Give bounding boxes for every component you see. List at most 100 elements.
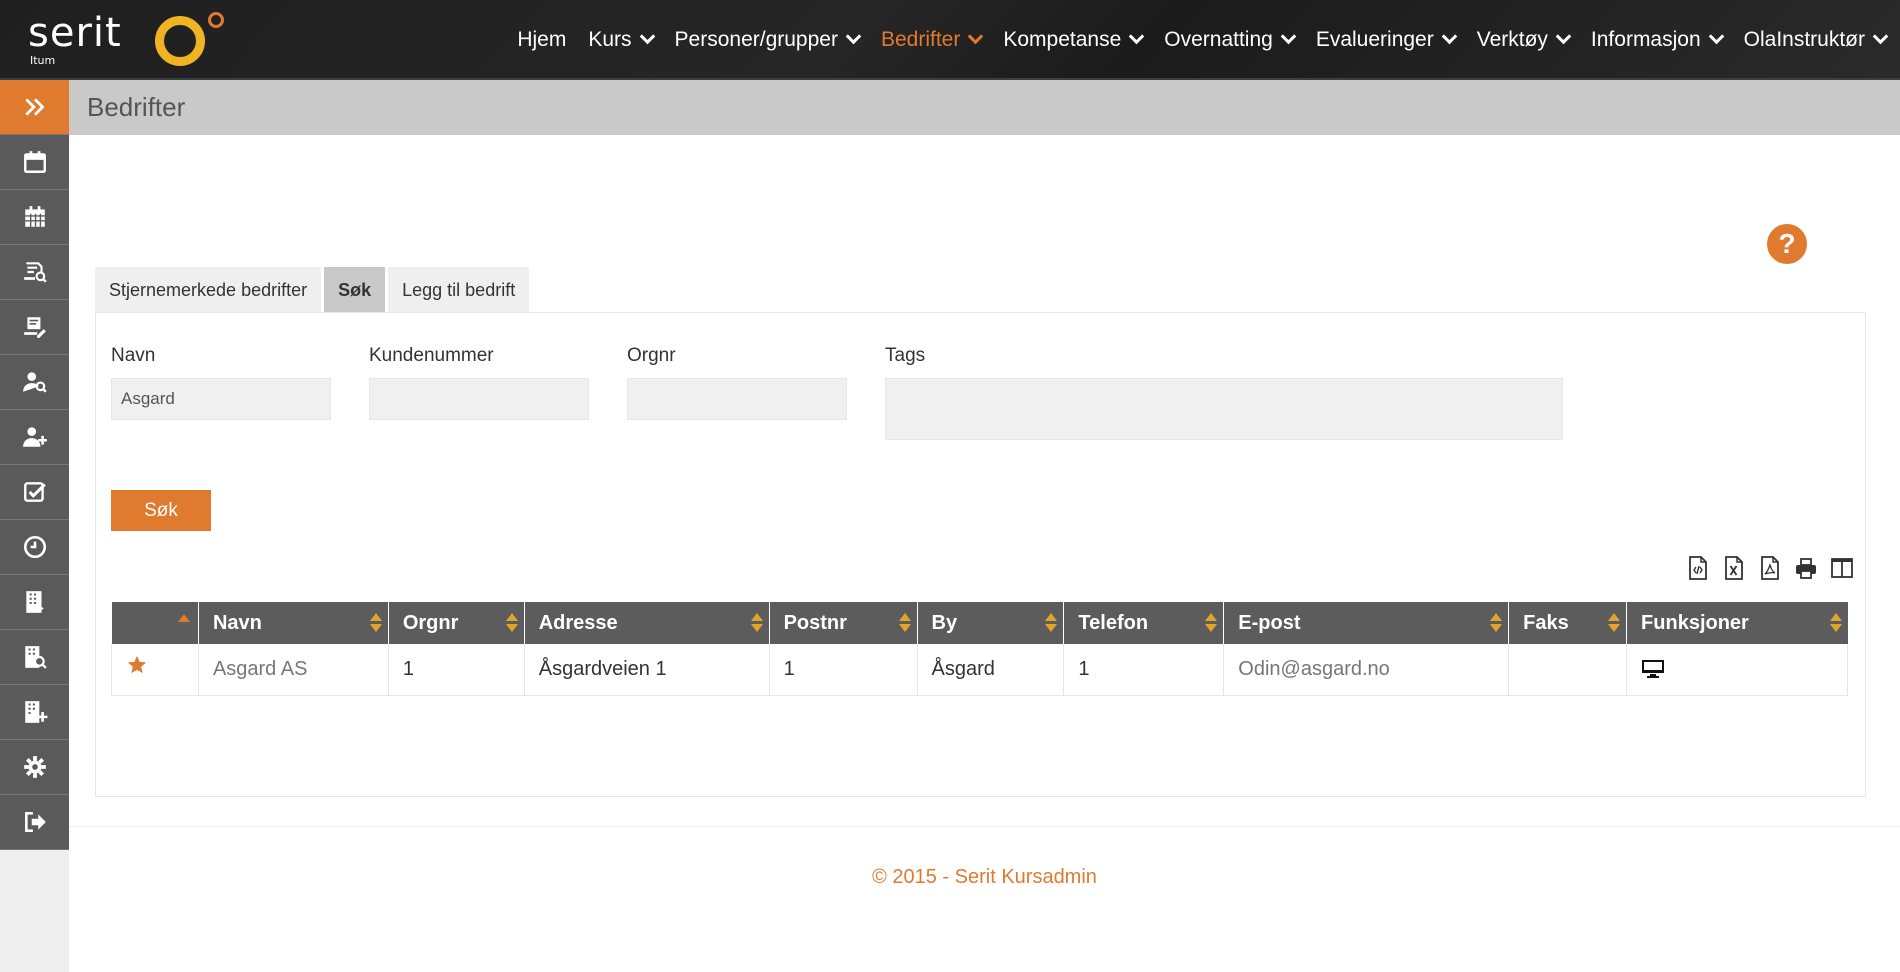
- column-header-star[interactable]: [111, 602, 199, 644]
- nav-evalueringer[interactable]: Evalueringer: [1315, 28, 1458, 52]
- sidebar-item-calendar[interactable]: [0, 135, 69, 190]
- sidebar: [0, 80, 69, 972]
- export-toolbar: [1687, 556, 1853, 580]
- nav-bedrifter[interactable]: Bedrifter: [880, 28, 984, 52]
- column-header-label: By: [931, 611, 958, 634]
- checklist-icon: [23, 482, 46, 502]
- star-cell: [111, 644, 199, 696]
- column-header-label: Postnr: [783, 611, 847, 634]
- nav-user-label: OlaInstruktør: [1743, 28, 1865, 51]
- cell-by: Åsgard: [917, 644, 1065, 696]
- columns-icon: [1831, 558, 1853, 578]
- logo-text: serit: [28, 10, 122, 56]
- column-header-label: Telefon: [1078, 611, 1149, 634]
- tags-input[interactable]: [885, 378, 1563, 440]
- column-header-label: E-post: [1238, 611, 1301, 634]
- name-input[interactable]: [111, 378, 331, 420]
- sidebar-item-calendar-grid[interactable]: [0, 190, 69, 245]
- table-row: Asgard AS 1 Åsgardveien 1 1 Åsgard 1 Odi…: [111, 644, 1848, 696]
- cell-faks: [1508, 644, 1628, 696]
- clock-icon: [23, 535, 46, 559]
- monitor-icon[interactable]: [1641, 659, 1833, 679]
- nav-kurs[interactable]: Kurs: [588, 28, 655, 52]
- export-excel-button[interactable]: [1723, 556, 1745, 580]
- sidebar-item-checklist[interactable]: [0, 465, 69, 520]
- tab-search[interactable]: Søk: [324, 267, 386, 313]
- chevron-down-icon: [1280, 28, 1297, 45]
- nav-user-menu[interactable]: OlaInstruktør: [1743, 28, 1889, 52]
- page-title: Bedrifter: [87, 92, 186, 122]
- nav-bedrifter-label: Bedrifter: [880, 28, 961, 51]
- tab-add-company[interactable]: Legg til bedrift: [388, 267, 530, 313]
- sidebar-item-course-edit[interactable]: [0, 300, 69, 355]
- column-header-label: Funksjoner: [1641, 611, 1749, 634]
- company-icon: [25, 591, 44, 613]
- chevron-down-icon: [845, 28, 862, 45]
- export-pdf-button[interactable]: [1759, 556, 1781, 580]
- gear-icon: [23, 756, 46, 778]
- print-button[interactable]: [1795, 556, 1817, 580]
- sidebar-item-history[interactable]: [0, 520, 69, 575]
- column-header-label: Faks: [1523, 611, 1569, 634]
- customer-number-input[interactable]: [369, 378, 589, 420]
- nav-personer-grupper-label: Personer/grupper: [674, 28, 838, 51]
- export-csv-button[interactable]: [1687, 556, 1709, 580]
- serit-logo[interactable]: serit Itum: [28, 10, 238, 70]
- column-visibility-button[interactable]: [1831, 556, 1853, 580]
- column-header-navn[interactable]: Navn: [198, 602, 389, 644]
- help-icon[interactable]: ?: [1767, 224, 1807, 264]
- cell-orgnr: 1: [388, 644, 525, 696]
- column-header-epost[interactable]: E-post: [1223, 602, 1510, 644]
- add-user-icon: [22, 427, 47, 447]
- sort-ascending-icon: [177, 614, 190, 622]
- footer-divider: [69, 826, 1900, 827]
- logo-ring-icon: [155, 16, 205, 66]
- nav-personer-grupper[interactable]: Personer/grupper: [674, 28, 862, 52]
- column-header-funksjoner[interactable]: Funksjoner: [1626, 602, 1848, 644]
- nav-evalueringer-label: Evalueringer: [1315, 28, 1434, 51]
- nav-verktoy-label: Verktøy: [1476, 28, 1548, 51]
- orgnr-input[interactable]: [627, 378, 847, 420]
- column-header-by[interactable]: By: [917, 602, 1065, 644]
- sidebar-item-user-search[interactable]: [0, 355, 69, 410]
- sidebar-item-add-user[interactable]: [0, 410, 69, 465]
- orgnr-label: Orgnr: [627, 345, 676, 366]
- chevron-down-icon: [1128, 28, 1145, 45]
- nav-verktoy[interactable]: Verktøy: [1476, 28, 1572, 52]
- calendar-icon: [23, 151, 46, 173]
- sidebar-item-add-company[interactable]: [0, 685, 69, 740]
- search-button[interactable]: Søk: [111, 490, 211, 531]
- pdf-file-icon: [1761, 556, 1779, 580]
- chevron-down-icon: [1872, 28, 1889, 45]
- nav-informasjon[interactable]: Informasjon: [1591, 28, 1724, 52]
- sidebar-item-companies[interactable]: [0, 575, 69, 630]
- sidebar-item-logout[interactable]: [0, 795, 69, 850]
- name-label: Navn: [111, 345, 156, 366]
- column-header-adresse[interactable]: Adresse: [524, 602, 770, 644]
- sidebar-item-course-search[interactable]: [0, 245, 69, 300]
- column-header-label: Orgnr: [402, 611, 459, 634]
- column-header-postnr[interactable]: Postnr: [769, 602, 918, 644]
- cell-telefon: 1: [1063, 644, 1225, 696]
- column-header-faks[interactable]: Faks: [1508, 602, 1628, 644]
- chevron-down-icon: [1708, 28, 1724, 45]
- tab-starred-companies[interactable]: Stjernemerkede bedrifter: [95, 267, 322, 313]
- sidebar-item-company-search[interactable]: [0, 630, 69, 685]
- calendar-grid-icon: [24, 206, 45, 227]
- cell-epost[interactable]: Odin@asgard.no: [1223, 644, 1510, 696]
- column-header-telefon[interactable]: Telefon: [1063, 602, 1225, 644]
- sort-icon: [1608, 613, 1621, 633]
- sidebar-item-settings[interactable]: [0, 740, 69, 795]
- sidebar-toggle[interactable]: [0, 80, 69, 135]
- company-search-icon: [24, 646, 47, 669]
- cell-navn[interactable]: Asgard AS: [198, 644, 389, 696]
- course-edit-icon: [23, 317, 46, 338]
- column-header-orgnr[interactable]: Orgnr: [388, 602, 525, 644]
- nav-kompetanse[interactable]: Kompetanse: [1003, 28, 1145, 52]
- column-header-label: Navn: [212, 611, 262, 634]
- nav-hjem[interactable]: Hjem: [517, 28, 566, 52]
- top-navigation-bar: serit Itum Hjem Kurs Personer/grupper Be…: [0, 0, 1900, 80]
- double-chevron-right-icon: [24, 98, 45, 116]
- nav-overnatting[interactable]: Overnatting: [1164, 28, 1297, 52]
- star-icon[interactable]: [126, 654, 184, 676]
